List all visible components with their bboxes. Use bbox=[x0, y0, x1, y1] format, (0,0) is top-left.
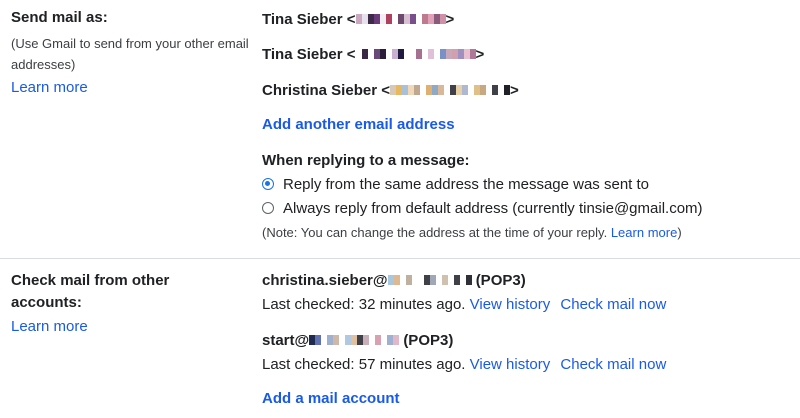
pop-account-last-checked: Last checked: 32 minutes ago. bbox=[262, 296, 466, 313]
reply-heading: When replying to a message: bbox=[262, 152, 470, 169]
view-history-link[interactable]: View history bbox=[470, 296, 551, 313]
send-mail-title: Send mail as: bbox=[11, 9, 108, 26]
send-as-account-suffix: > bbox=[475, 46, 485, 63]
radio-unselected-icon[interactable] bbox=[262, 201, 274, 214]
send-mail-learn-more-link[interactable]: Learn more bbox=[11, 77, 251, 99]
add-mail-account-link[interactable]: Add a mail account bbox=[262, 389, 400, 409]
send-as-account-suffix: > bbox=[445, 11, 455, 28]
redacted-domain-mosaic bbox=[309, 335, 400, 346]
send-as-account-row: Tina Sieber < > bbox=[262, 10, 454, 30]
view-history-link[interactable]: View history bbox=[470, 356, 551, 373]
send-as-account-name: Tina Sieber < bbox=[262, 11, 356, 28]
pop-account-address: christina.sieber@ bbox=[262, 272, 388, 289]
check-mail-title: Check mail from other bbox=[11, 272, 170, 289]
reply-note: (Note: You can change the address at the… bbox=[262, 224, 682, 242]
send-as-account-row: Tina Sieber < > bbox=[262, 45, 484, 65]
pop-account-status-row: Last checked: 32 minutes ago. View histo… bbox=[262, 295, 666, 315]
redacted-email-mosaic bbox=[389, 85, 510, 96]
reply-note-learn-more-link[interactable]: Learn more bbox=[611, 225, 677, 240]
redacted-email-mosaic bbox=[355, 49, 476, 60]
pop-account-protocol: (POP3) bbox=[475, 272, 526, 289]
redacted-domain-mosaic bbox=[387, 275, 472, 286]
check-mail-now-link[interactable]: Check mail now bbox=[560, 296, 666, 313]
reply-option-default-address[interactable]: Always reply from default address (curre… bbox=[262, 199, 703, 219]
pop-account-address-row: start@ (POP3) bbox=[262, 331, 453, 351]
check-mail-title-line2: accounts: bbox=[11, 294, 82, 311]
reply-option-same-address[interactable]: Reply from the same address the message … bbox=[262, 175, 649, 195]
send-as-account-row: Christina Sieber < > bbox=[262, 81, 519, 101]
pop-account-protocol: (POP3) bbox=[403, 332, 454, 349]
reply-option-label: Always reply from default address (curre… bbox=[283, 200, 703, 217]
send-as-account-name: Tina Sieber < bbox=[262, 46, 356, 63]
radio-selected-icon[interactable] bbox=[262, 177, 274, 190]
pop-account-last-checked: Last checked: 57 minutes ago. bbox=[262, 356, 466, 373]
send-mail-description: (Use Gmail to send from your other email… bbox=[11, 36, 249, 72]
send-mail-label-column: Send mail as: (Use Gmail to send from yo… bbox=[11, 7, 251, 99]
send-mail-as-section: Send mail as: (Use Gmail to send from yo… bbox=[0, 0, 800, 258]
reply-note-close: ) bbox=[677, 225, 682, 240]
check-mail-learn-more-link[interactable]: Learn more bbox=[11, 316, 251, 338]
send-as-account-name: Christina Sieber < bbox=[262, 82, 390, 99]
pop-account-address: start@ bbox=[262, 332, 310, 349]
check-mail-label-column: Check mail from other accounts: Learn mo… bbox=[11, 270, 251, 338]
check-mail-now-link[interactable]: Check mail now bbox=[560, 356, 666, 373]
redacted-email-mosaic bbox=[355, 14, 446, 25]
send-as-account-suffix: > bbox=[509, 82, 519, 99]
add-another-email-link[interactable]: Add another email address bbox=[262, 115, 455, 135]
pop-account-status-row: Last checked: 57 minutes ago. View histo… bbox=[262, 355, 666, 375]
check-mail-section: Check mail from other accounts: Learn mo… bbox=[0, 258, 800, 418]
reply-option-label: Reply from the same address the message … bbox=[283, 176, 650, 193]
reply-note-text: (Note: You can change the address at the… bbox=[262, 225, 608, 240]
pop-account-address-row: christina.sieber@ (POP3) bbox=[262, 271, 526, 291]
